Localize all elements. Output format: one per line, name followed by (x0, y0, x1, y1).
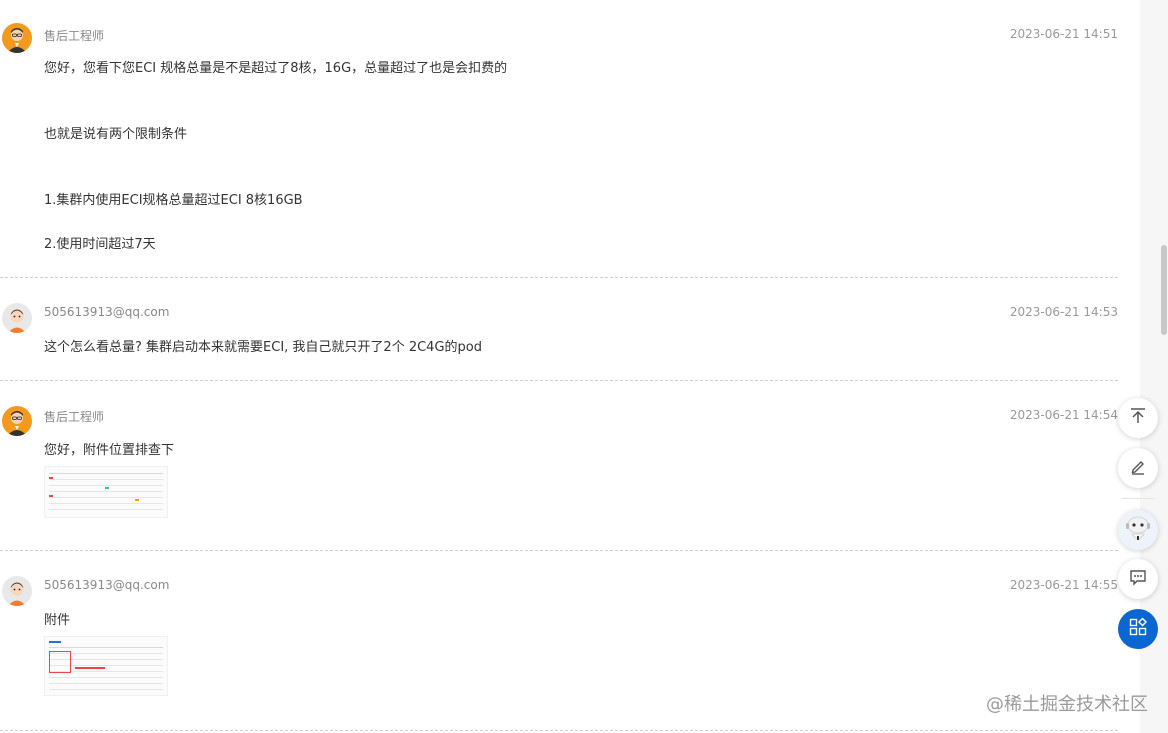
chat-message-icon (1129, 568, 1147, 590)
message-divider (0, 730, 1118, 731)
message-line: 您好，附件位置排查下 (44, 443, 175, 458)
back-to-top-button[interactable] (1118, 398, 1158, 438)
message-timestamp: 2023-06-21 14:51 (1009, 27, 1118, 41)
message-timestamp: 2023-06-21 14:54 (1009, 408, 1118, 422)
back-to-top-icon (1129, 407, 1147, 429)
user-avatar (2, 576, 32, 606)
engineer-avatar (2, 23, 32, 53)
engineer-avatar (2, 406, 32, 436)
message-line: 2.使用时间超过7天 (44, 237, 156, 252)
user-avatar (2, 303, 32, 333)
attachment-thumbnail[interactable] (44, 636, 168, 696)
attachment-thumbnail[interactable] (44, 466, 168, 518)
message-divider (0, 277, 1118, 278)
message-divider (0, 550, 1118, 551)
message-line: 您好，您看下您ECI 规格总量是不是超过了8核，16G，总量超过了也是会扣费的 (44, 61, 508, 76)
assistant-robot-icon (1122, 512, 1154, 548)
apps-menu-button[interactable] (1118, 609, 1158, 649)
message-timestamp: 2023-06-21 14:53 (1009, 305, 1118, 319)
scrollbar-thumb[interactable] (1161, 245, 1167, 335)
apps-grid-icon (1129, 617, 1148, 640)
message-timestamp: 2023-06-21 14:55 (1009, 578, 1118, 592)
message-divider (0, 380, 1118, 381)
message-line: 也就是说有两个限制条件 (44, 127, 188, 142)
message-line: 这个怎么看总量? 集群启动本来就需要ECI, 我自己就只开了2个 2C4G的po… (44, 340, 482, 355)
watermark: @稀土掘金技术社区 (986, 694, 1148, 715)
sender-name: 售后工程师 (44, 410, 105, 424)
edit-icon (1129, 457, 1147, 479)
fab-divider (1122, 498, 1154, 499)
assistant-button[interactable] (1118, 510, 1158, 550)
sender-name: 505613913@qq.com (44, 305, 170, 319)
chat-button[interactable] (1118, 559, 1158, 599)
sender-name: 505613913@qq.com (44, 578, 170, 592)
edit-button[interactable] (1118, 448, 1158, 488)
message-line: 附件 (44, 613, 71, 628)
sender-name: 售后工程师 (44, 29, 105, 43)
message-line: 1.集群内使用ECI规格总量超过ECI 8核16GB (44, 193, 303, 208)
